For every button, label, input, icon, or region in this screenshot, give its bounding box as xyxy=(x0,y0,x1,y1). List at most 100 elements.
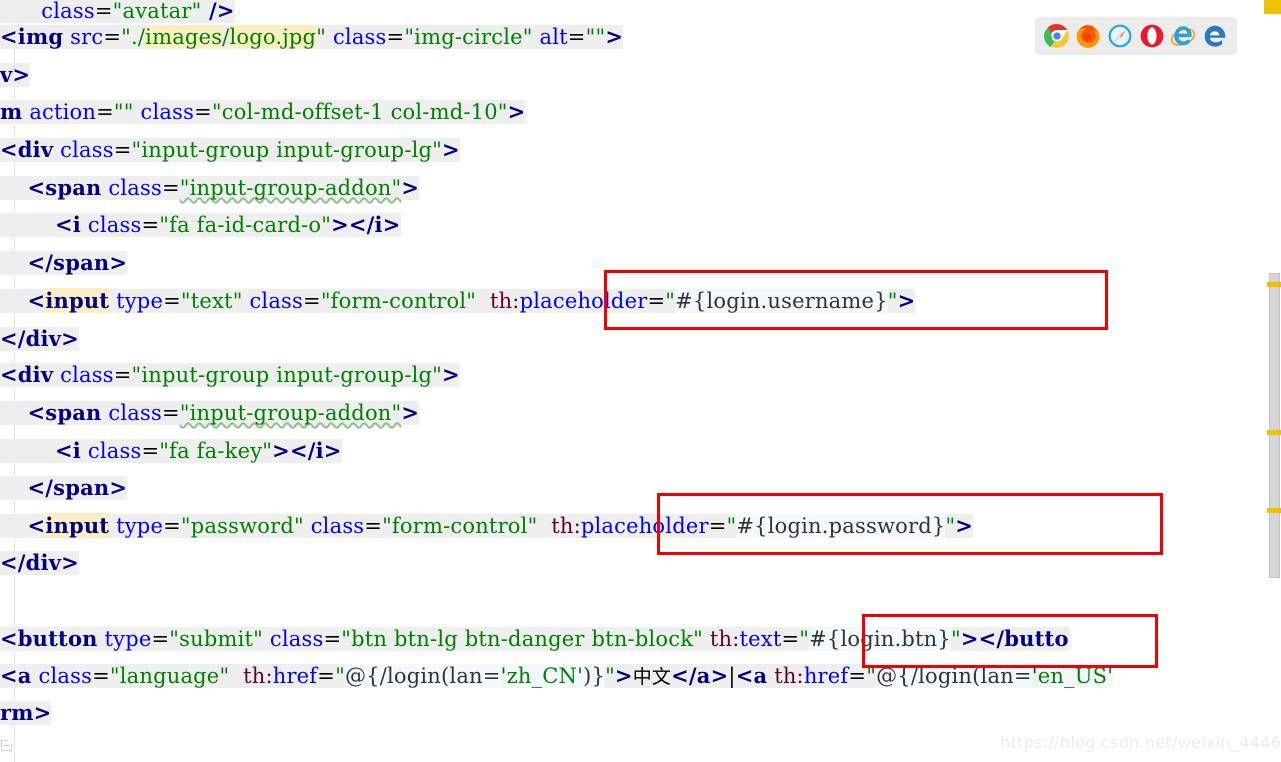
code-token: #{login.username} xyxy=(675,289,888,313)
line-i-key[interactable]: <i class="fa fa-key"></i> xyxy=(0,432,342,470)
code-token: " xyxy=(945,514,956,538)
line-anchor-lang[interactable]: <a class="language" th:href="@{/login(la… xyxy=(0,657,1114,695)
line-img[interactable]: <img src="./images/logo.jpg" class="img-… xyxy=(0,18,624,56)
code-token: #{login.password} xyxy=(736,514,946,538)
code-token: " xyxy=(316,25,327,49)
vertical-scrollbar[interactable] xyxy=(1267,0,1281,762)
code-token: > xyxy=(955,513,974,538)
code-token: class xyxy=(60,138,114,162)
code-token: "col-md-offset-1 col-md-10" xyxy=(211,100,508,124)
code-token: "input-group input-group-lg" xyxy=(131,138,443,162)
code-token: <a xyxy=(735,663,768,688)
code-line-content: </div> xyxy=(0,326,79,351)
code-token: = xyxy=(303,289,321,313)
line-span-close-1[interactable]: </span> xyxy=(0,244,128,282)
code-token: = xyxy=(103,25,122,49)
line-span-close-2[interactable]: </span> xyxy=(0,469,128,507)
code-token: @{/login(lan= xyxy=(344,664,501,688)
line-span-addon-2[interactable]: <span class="input-group-addon"> xyxy=(0,394,420,432)
line-input-password[interactable]: <input type="password" class="form-contr… xyxy=(0,507,974,545)
code-token: m xyxy=(0,99,23,124)
code-token: href xyxy=(803,664,849,688)
scrollbar-thumb[interactable] xyxy=(1269,273,1280,578)
scrollbar-occurrence-marker xyxy=(1267,282,1281,287)
code-line-content: <i class="fa fa-id-card-o"></i> xyxy=(0,212,401,237)
code-token: "input-group-addon" xyxy=(179,401,402,425)
code-token: = xyxy=(163,289,181,313)
chrome-icon[interactable] xyxy=(1043,23,1070,49)
code-token: > xyxy=(442,362,460,387)
code-token: | xyxy=(728,664,736,688)
firefox-icon[interactable] xyxy=(1075,23,1101,49)
code-token: = xyxy=(161,401,180,425)
browser-compatibility-strip[interactable] xyxy=(1035,17,1237,55)
code-token: class xyxy=(87,213,142,237)
code-token: > xyxy=(507,99,526,124)
line-form-close[interactable]: rm> xyxy=(0,694,52,732)
code-token: = xyxy=(96,100,114,124)
code-token: = xyxy=(317,664,336,688)
code-token: = xyxy=(92,664,110,688)
code-token: = xyxy=(163,514,181,538)
code-line-content: <div class="input-group input-group-lg"> xyxy=(0,137,460,162)
code-token: th: xyxy=(709,627,740,651)
watermark-text: https://blog.csdn.net/weixin_44467251 xyxy=(1000,733,1281,752)
code-token: > xyxy=(442,137,460,162)
code-token: en_US' xyxy=(1037,664,1114,688)
code-token: "img-circle" xyxy=(404,25,533,49)
code-lines-container[interactable]: class="avatar" /> <img src="./images/logo… xyxy=(0,0,1281,762)
code-token: class xyxy=(38,664,93,688)
code-token: = xyxy=(151,627,170,651)
code-token: = xyxy=(364,514,383,538)
code-token: "submit" xyxy=(169,627,264,651)
line-span-addon-1[interactable]: <span class="input-group-addon"> xyxy=(0,169,420,207)
line-div-input-group-2[interactable]: <div class="input-group input-group-lg"> xyxy=(0,356,460,394)
code-token: <div xyxy=(0,362,54,387)
line-button[interactable]: <button type="submit" class="btn btn-lg … xyxy=(0,620,1069,658)
code-token: </span> xyxy=(27,475,128,500)
code-token: </span> xyxy=(27,250,128,275)
scrollbar-top-marker xyxy=(1264,0,1281,14)
code-token: class xyxy=(249,289,304,313)
opera-icon[interactable] xyxy=(1139,23,1165,49)
code-token: = xyxy=(781,627,800,651)
safari-icon[interactable] xyxy=(1107,23,1133,49)
code-token: ></butto xyxy=(960,626,1069,651)
code-token: type xyxy=(104,627,152,651)
scrollbar-occurrence-marker xyxy=(1267,430,1281,435)
code-token: "input-group-addon" xyxy=(179,176,402,200)
code-token: ></i> xyxy=(272,438,342,463)
code-token: <button xyxy=(0,626,98,651)
line-div-close-1[interactable]: v> xyxy=(0,56,31,94)
line-div-close-3[interactable]: </div> xyxy=(0,544,79,582)
code-line-content: <input type="password" class="form-contr… xyxy=(0,513,974,538)
line-i-idcard[interactable]: <i class="fa fa-id-card-o"></i> xyxy=(0,206,401,244)
code-token: "language" xyxy=(109,664,230,688)
code-token: class xyxy=(269,627,324,651)
line-form[interactable]: m action="" class="col-md-offset-1 col-m… xyxy=(0,93,526,131)
code-token: th: xyxy=(489,289,520,313)
edge-icon[interactable] xyxy=(1202,23,1228,49)
code-token: ' xyxy=(1031,664,1038,688)
code-token: "text" xyxy=(180,289,243,313)
code-token: class xyxy=(310,514,365,538)
code-token: " xyxy=(866,664,877,688)
code-token: href xyxy=(272,664,318,688)
code-token: = xyxy=(141,439,160,463)
code-token: > xyxy=(401,175,420,200)
code-line-content: <button type="submit" class="btn btn-lg … xyxy=(0,626,1069,651)
code-line-content: <input type="text" class="form-control" … xyxy=(0,288,916,313)
code-token: <img xyxy=(0,24,64,49)
line-div-close-2[interactable]: </div> xyxy=(0,320,79,358)
ie-icon[interactable] xyxy=(1170,23,1196,49)
line-div-input-group-1[interactable]: <div class="input-group input-group-lg"> xyxy=(0,131,460,169)
code-token: logo.jpg xyxy=(229,25,317,49)
code-editor[interactable]: class="avatar" /> <img src="./images/logo… xyxy=(0,0,1281,762)
line-input-text[interactable]: <input type="text" class="form-control" … xyxy=(0,282,916,320)
